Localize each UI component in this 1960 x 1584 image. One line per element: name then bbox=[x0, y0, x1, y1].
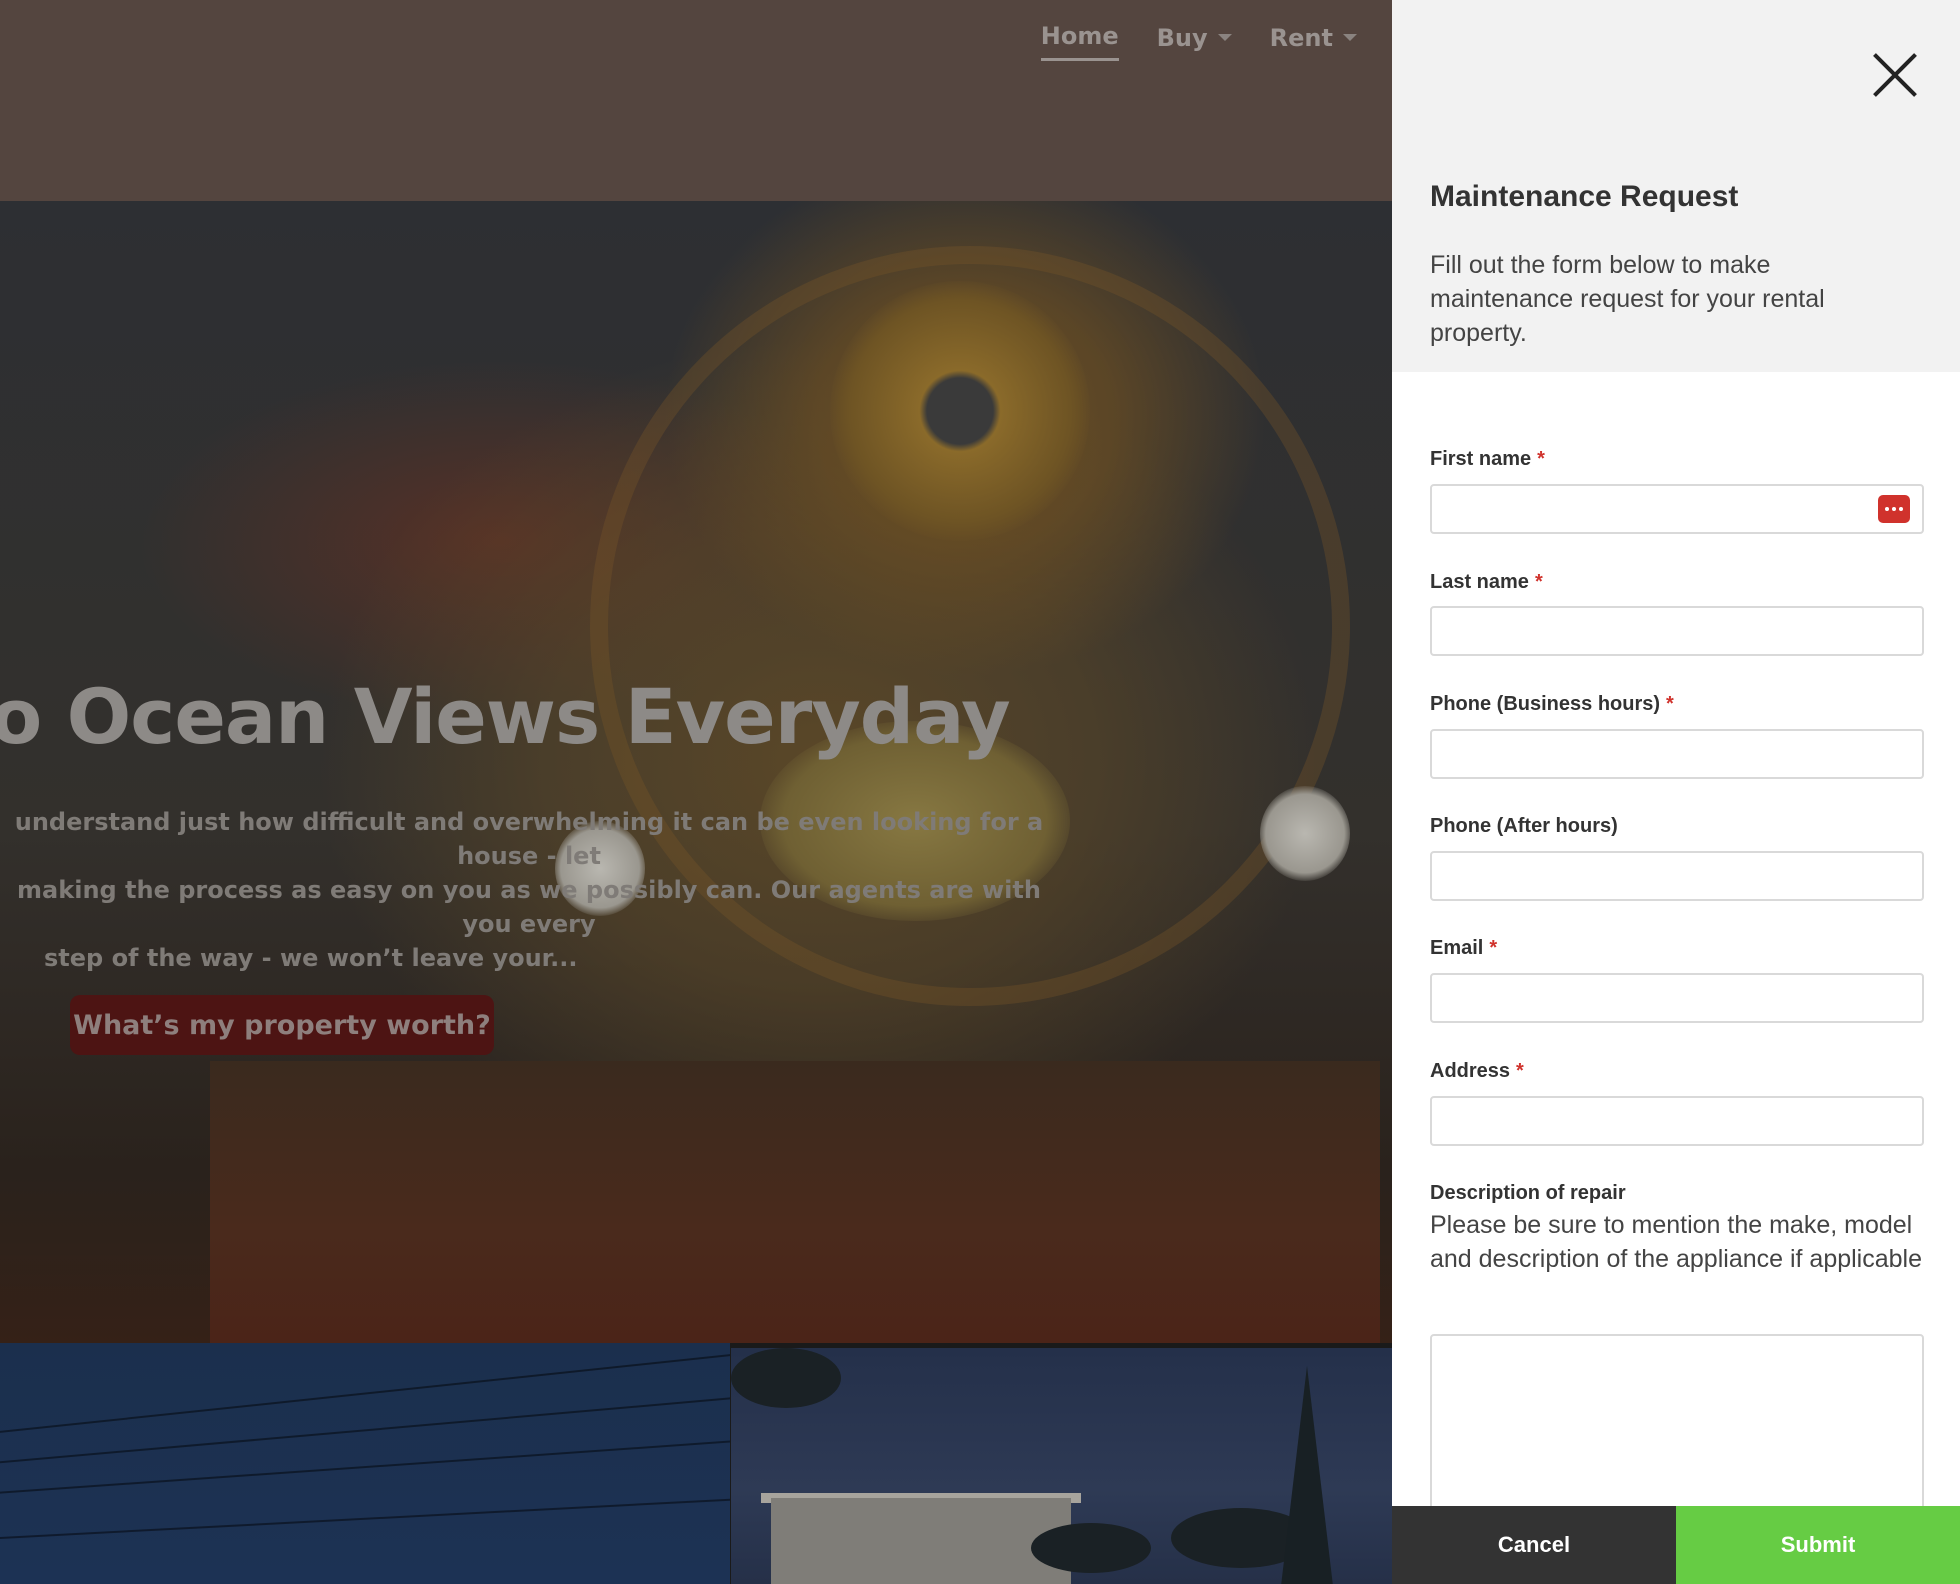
required-mark: * bbox=[1666, 693, 1674, 715]
cancel-button[interactable]: Cancel bbox=[1392, 1506, 1676, 1584]
palm-tree bbox=[1031, 1523, 1151, 1573]
last-name-input[interactable] bbox=[1430, 606, 1924, 656]
label-text: Phone (After hours) bbox=[1430, 815, 1618, 837]
hero-description: understand just how difficult and overwh… bbox=[0, 805, 1064, 975]
label-text: Description of repair bbox=[1430, 1182, 1626, 1204]
lamp-image bbox=[1260, 786, 1350, 881]
nav-item-label: Buy bbox=[1156, 23, 1208, 52]
power-line bbox=[0, 1393, 730, 1465]
required-mark: * bbox=[1516, 1060, 1524, 1082]
listing-tiles bbox=[0, 1343, 1392, 1584]
submit-button[interactable]: Submit bbox=[1676, 1506, 1960, 1584]
address-input[interactable] bbox=[1430, 1096, 1924, 1146]
listing-tile-house-image[interactable] bbox=[731, 1348, 1392, 1584]
first-name-label: First name * bbox=[1430, 448, 1545, 471]
address-label: Address * bbox=[1430, 1060, 1524, 1083]
close-icon[interactable] bbox=[1870, 50, 1920, 100]
palm-tree bbox=[731, 1348, 841, 1408]
required-mark: * bbox=[1489, 937, 1498, 959]
house bbox=[771, 1498, 1071, 1584]
background-page: Home Buy Rent o Ocean Views Everyday und… bbox=[0, 0, 1392, 1584]
site-header: Home Buy Rent bbox=[0, 0, 1392, 201]
label-text: Phone (Business hours) bbox=[1430, 693, 1661, 715]
description-textarea[interactable] bbox=[1430, 1334, 1924, 1534]
last-name-label: Last name * bbox=[1430, 571, 1543, 594]
phone-business-label: Phone (Business hours) * bbox=[1430, 693, 1674, 716]
label-text: First name bbox=[1430, 448, 1532, 470]
nav-item-home[interactable]: Home bbox=[1040, 22, 1119, 61]
maintenance-request-drawer: Maintenance Request Fill out the form be… bbox=[1392, 0, 1960, 1584]
ferris-wheel-hub-image bbox=[830, 281, 1090, 541]
required-mark: * bbox=[1537, 448, 1545, 470]
nav-item-label: Rent bbox=[1269, 23, 1333, 52]
listing-tile-sky-image[interactable] bbox=[0, 1343, 730, 1584]
power-line bbox=[0, 1496, 730, 1540]
drawer-header: Maintenance Request Fill out the form be… bbox=[1392, 0, 1960, 372]
nav-item-buy[interactable]: Buy bbox=[1157, 22, 1232, 61]
label-text: Address bbox=[1430, 1060, 1511, 1082]
hero-text-line: making the process as easy on you as we … bbox=[17, 876, 1041, 938]
pine-tree bbox=[1281, 1366, 1333, 1584]
hero-section bbox=[0, 201, 1392, 1343]
password-manager-icon[interactable] bbox=[1878, 495, 1910, 523]
chevron-down-icon bbox=[1343, 34, 1357, 41]
main-nav: Home Buy Rent bbox=[1040, 22, 1357, 61]
phone-after-label: Phone (After hours) bbox=[1430, 815, 1618, 838]
hero-text-line: understand just how difficult and overwh… bbox=[14, 808, 1044, 870]
chevron-down-icon bbox=[1217, 34, 1232, 41]
drawer-subtitle: Fill out the form below to make maintena… bbox=[1430, 251, 1825, 347]
nav-item-label: Home bbox=[1040, 22, 1119, 50]
property-worth-button[interactable]: What’s my property worth? bbox=[70, 995, 494, 1055]
hero-title: o Ocean Views Everyday bbox=[0, 672, 1011, 761]
drawer-footer: Cancel Submit bbox=[1392, 1506, 1960, 1584]
first-name-input[interactable] bbox=[1430, 484, 1924, 534]
power-line bbox=[0, 1437, 730, 1495]
email-label: Email * bbox=[1430, 937, 1497, 960]
description-help-text: Please be sure to mention the make, mode… bbox=[1430, 1211, 1923, 1273]
nav-item-rent[interactable]: Rent bbox=[1270, 22, 1357, 61]
description-label: Description of repair bbox=[1430, 1182, 1626, 1205]
drawer-title: Maintenance Request bbox=[1430, 180, 1739, 213]
power-line bbox=[0, 1349, 730, 1435]
phone-business-input[interactable] bbox=[1430, 729, 1924, 779]
label-text: Last name bbox=[1430, 571, 1529, 593]
phone-after-input[interactable] bbox=[1430, 851, 1924, 901]
carousel-base-image bbox=[210, 1061, 1380, 1343]
hero-text-line: step of the way - we won’t leave your... bbox=[44, 944, 578, 972]
label-text: Email bbox=[1430, 937, 1484, 959]
email-input[interactable] bbox=[1430, 973, 1924, 1023]
required-mark: * bbox=[1534, 571, 1543, 593]
